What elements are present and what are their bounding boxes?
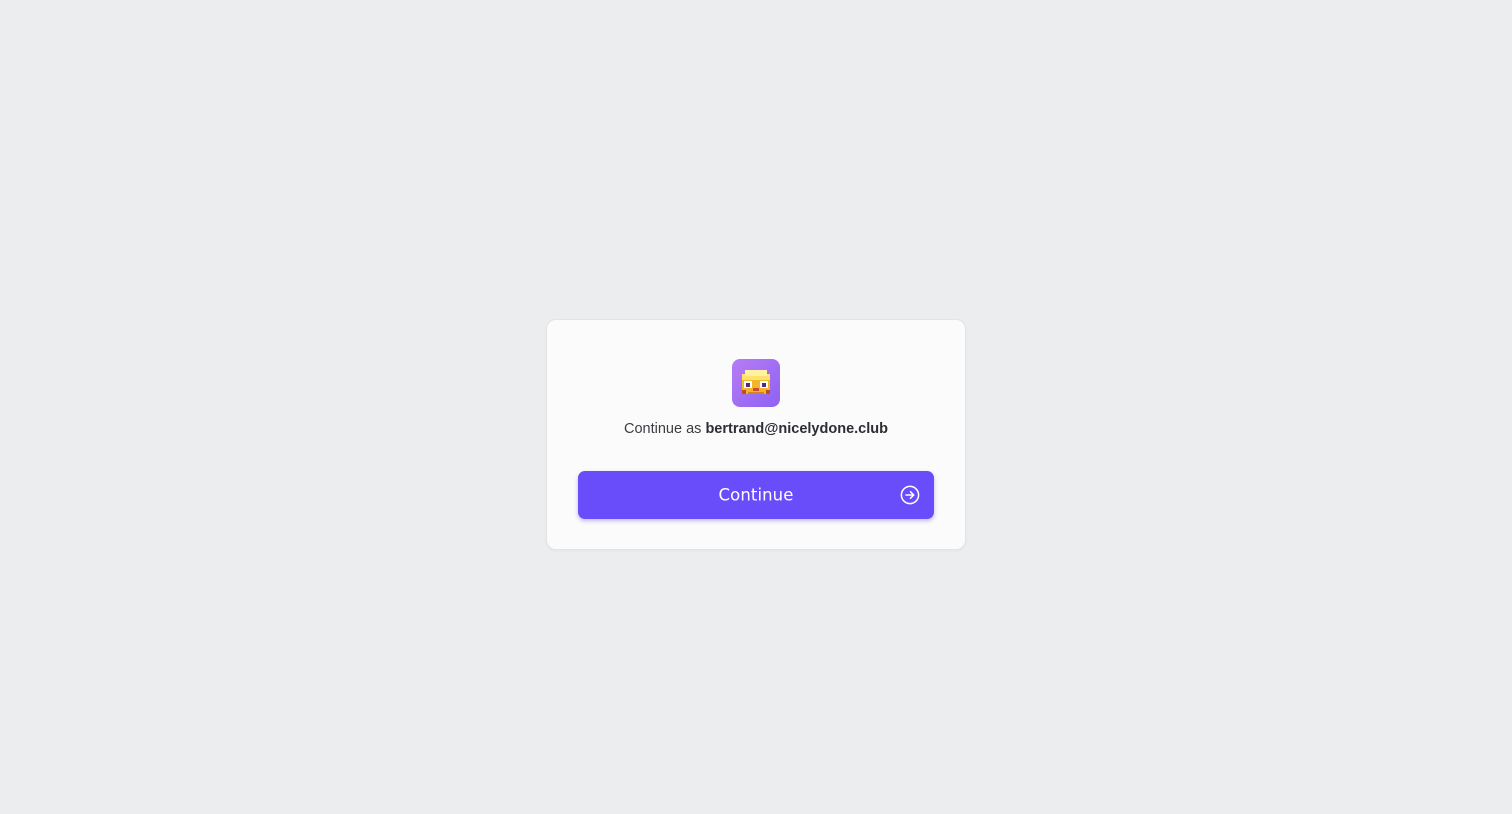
continue-as-text: Continue as bertrand@nicelydone.club xyxy=(547,420,965,438)
account-card: Continue as bertrand@nicelydone.club Con… xyxy=(546,319,966,550)
app-logo-icon xyxy=(732,359,780,407)
account-email: bertrand@nicelydone.club xyxy=(705,421,888,437)
continue-button[interactable]: Continue xyxy=(578,471,934,519)
continue-button-label: Continue xyxy=(718,485,794,505)
continue-as-prefix: Continue as xyxy=(624,421,706,437)
arrow-circle-right-icon xyxy=(900,485,920,505)
